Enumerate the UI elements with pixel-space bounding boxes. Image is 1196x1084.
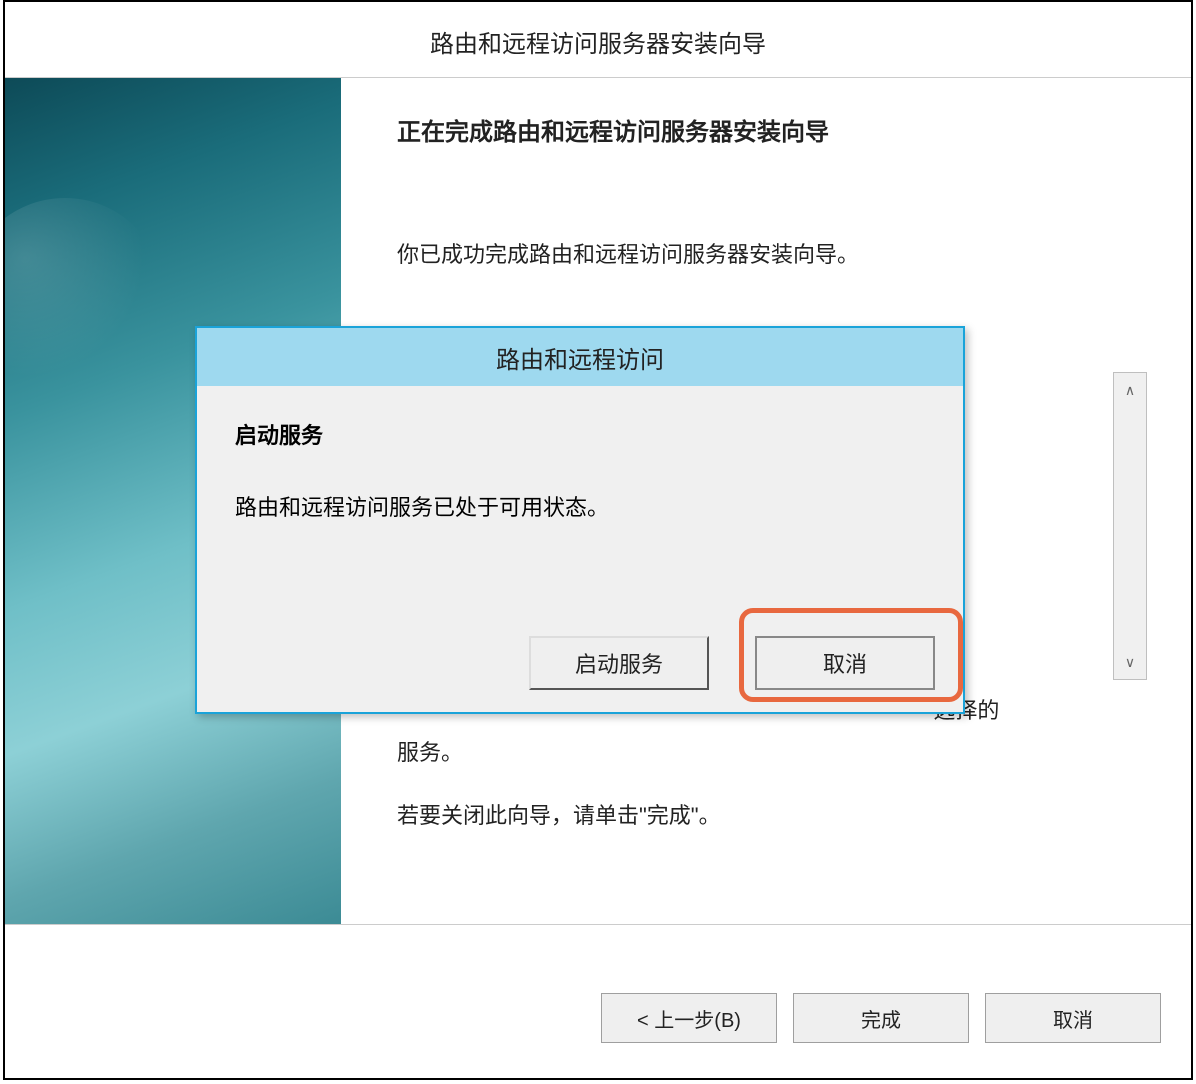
modal-footer: 启动服务 取消 bbox=[529, 636, 935, 690]
wizard-title: 路由和远程访问服务器安装向导 bbox=[5, 2, 1191, 77]
content-close-text: 若要关闭此向导，请单击"完成"。 bbox=[397, 798, 721, 830]
modal-body: 启动服务 路由和远程访问服务已处于可用状态。 bbox=[197, 386, 963, 522]
summary-scrollbar[interactable]: ∧ ∨ bbox=[1113, 372, 1147, 680]
finish-button[interactable]: 完成 bbox=[793, 993, 969, 1043]
modal-text: 路由和远程访问服务已处于可用状态。 bbox=[235, 490, 925, 522]
wizard-footer: < 上一步(B) 完成 取消 bbox=[5, 958, 1191, 1078]
content-success-text: 你已成功完成路由和远程访问服务器安装向导。 bbox=[397, 237, 1141, 269]
scroll-up-icon[interactable]: ∧ bbox=[1114, 373, 1146, 407]
back-button[interactable]: < 上一步(B) bbox=[601, 993, 777, 1043]
content-post-text-line2: 服务。 bbox=[397, 740, 463, 765]
cancel-button[interactable]: 取消 bbox=[985, 993, 1161, 1043]
scroll-down-icon[interactable]: ∨ bbox=[1114, 645, 1146, 679]
start-service-button[interactable]: 启动服务 bbox=[529, 636, 709, 690]
content-heading: 正在完成路由和远程访问服务器安装向导 bbox=[397, 112, 1141, 147]
modal-cancel-button[interactable]: 取消 bbox=[755, 636, 935, 690]
modal-dialog: 路由和远程访问 启动服务 路由和远程访问服务已处于可用状态。 启动服务 取消 bbox=[195, 326, 965, 714]
modal-heading: 启动服务 bbox=[235, 418, 925, 450]
modal-title: 路由和远程访问 bbox=[197, 328, 963, 386]
